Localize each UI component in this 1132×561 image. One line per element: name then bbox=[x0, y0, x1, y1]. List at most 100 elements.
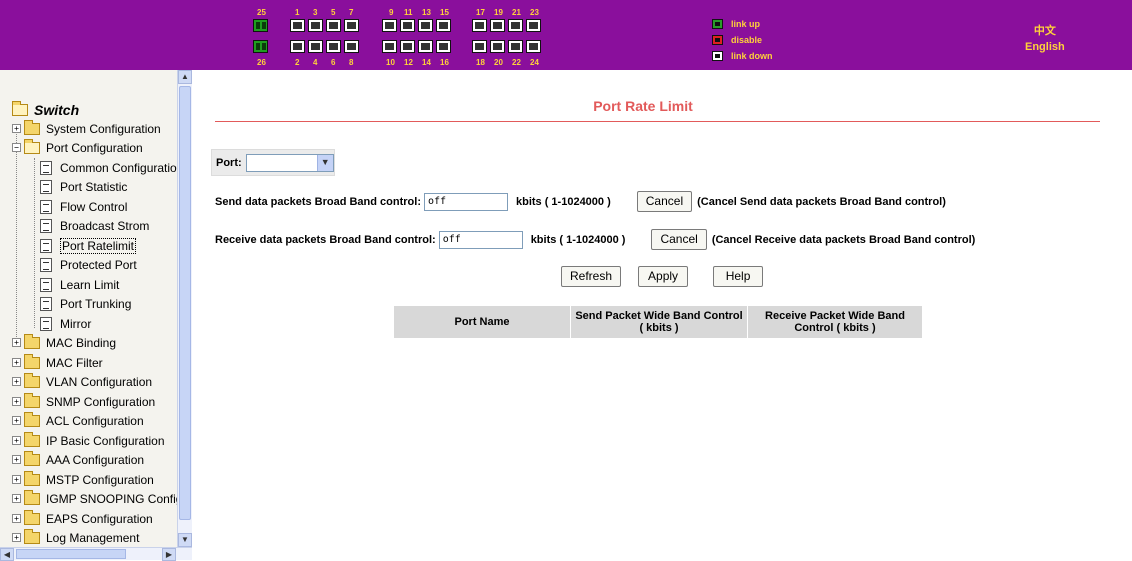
expand-icon[interactable]: + bbox=[12, 397, 21, 406]
column-header-label: Send Packet Wide Band Control bbox=[575, 310, 743, 322]
port-icon[interactable] bbox=[308, 40, 323, 53]
port-icon[interactable] bbox=[400, 40, 415, 53]
tree-item-eaps-configuration[interactable]: + EAPS Configuration bbox=[12, 509, 153, 528]
tree-item-ip-basic-configuration[interactable]: + IP Basic Configuration bbox=[12, 431, 165, 450]
tree-item-aaa-configuration[interactable]: + AAA Configuration bbox=[12, 450, 144, 469]
collapse-icon[interactable]: − bbox=[12, 143, 21, 152]
expand-icon[interactable]: + bbox=[12, 416, 21, 425]
tree-item-port-trunking[interactable]: Port Trunking bbox=[40, 294, 131, 313]
tree-item-system-configuration[interactable]: + System Configuration bbox=[12, 119, 161, 138]
port-icon[interactable] bbox=[526, 19, 541, 32]
tree-item-common-configuration[interactable]: Common Configuration bbox=[40, 158, 177, 177]
port-icon[interactable] bbox=[290, 40, 305, 53]
port-icon[interactable] bbox=[526, 40, 541, 53]
scroll-thumb[interactable] bbox=[16, 549, 126, 559]
page-title: Port Rate Limit bbox=[593, 98, 693, 114]
expand-icon[interactable]: + bbox=[12, 475, 21, 484]
cancel-receive-button[interactable]: Cancel bbox=[651, 229, 707, 250]
title-divider bbox=[215, 121, 1100, 122]
scroll-down-arrow-icon[interactable]: ▼ bbox=[178, 533, 192, 547]
send-bandwidth-row: Send data packets Broad Band control: kb… bbox=[215, 191, 946, 212]
table-header-row: Port Name Send Packet Wide Band Control … bbox=[393, 305, 923, 339]
port-select[interactable]: ▼ bbox=[245, 153, 334, 172]
tree-item-port-configuration[interactable]: − Port Configuration bbox=[12, 138, 143, 157]
tree-root-label: Switch bbox=[34, 102, 80, 118]
tree-item-acl-configuration[interactable]: + ACL Configuration bbox=[12, 411, 144, 430]
port-icon[interactable] bbox=[418, 19, 433, 32]
port-icon[interactable] bbox=[382, 40, 397, 53]
refresh-button[interactable]: Refresh bbox=[561, 266, 622, 287]
port-icon[interactable] bbox=[290, 19, 305, 32]
language-chinese-link[interactable]: 中文 bbox=[1025, 23, 1065, 39]
help-button[interactable]: Help bbox=[713, 266, 764, 287]
port-icon[interactable] bbox=[418, 40, 433, 53]
apply-button[interactable]: Apply bbox=[638, 266, 689, 287]
sidebar-horizontal-scrollbar[interactable]: ◀ ▶ bbox=[0, 547, 192, 561]
column-header-label: Receive Packet Wide Band bbox=[765, 310, 905, 322]
port-icon[interactable] bbox=[490, 40, 505, 53]
port-icon[interactable] bbox=[436, 40, 451, 53]
receive-bandwidth-input[interactable] bbox=[438, 230, 523, 249]
language-english-link[interactable]: English bbox=[1025, 39, 1065, 55]
tree-item-broadcast-strom[interactable]: Broadcast Strom bbox=[40, 216, 149, 235]
port-icon[interactable] bbox=[508, 40, 523, 53]
tree-item-port-statistic[interactable]: Port Statistic bbox=[40, 177, 127, 196]
tree-item-igmp-snooping-config[interactable]: + IGMP SNOOPING Config bbox=[12, 489, 177, 508]
expand-icon[interactable]: + bbox=[12, 358, 21, 367]
folder-icon bbox=[24, 489, 40, 505]
port-icon[interactable] bbox=[344, 19, 359, 32]
tree-item-mirror[interactable]: Mirror bbox=[40, 314, 91, 333]
expand-icon[interactable]: + bbox=[12, 494, 21, 503]
tree-item-label: MAC Filter bbox=[46, 355, 103, 370]
scroll-up-arrow-icon[interactable]: ▲ bbox=[178, 70, 192, 84]
tree-item-mstp-configuration[interactable]: + MSTP Configuration bbox=[12, 470, 154, 489]
port-26-icon[interactable] bbox=[253, 40, 268, 53]
port-25-icon[interactable] bbox=[253, 19, 268, 32]
port-number-bottom: 18 bbox=[476, 58, 485, 67]
port-icon[interactable] bbox=[436, 19, 451, 32]
open-folder-icon bbox=[24, 138, 40, 154]
port-icon[interactable] bbox=[326, 19, 341, 32]
tree-item-snmp-configuration[interactable]: + SNMP Configuration bbox=[12, 392, 155, 411]
chevron-down-icon[interactable]: ▼ bbox=[316, 154, 333, 171]
send-bandwidth-input[interactable] bbox=[423, 192, 508, 211]
send-bandwidth-label: Send data packets Broad Band control: bbox=[215, 195, 421, 208]
tree-item-vlan-configuration[interactable]: + VLAN Configuration bbox=[12, 372, 152, 391]
tree-item-mac-binding[interactable]: + MAC Binding bbox=[12, 333, 116, 352]
port-icon[interactable] bbox=[400, 19, 415, 32]
tree-item-port-ratelimit[interactable]: Port Ratelimit bbox=[40, 236, 137, 255]
cancel-send-button[interactable]: Cancel bbox=[636, 191, 693, 212]
scroll-left-arrow-icon[interactable]: ◀ bbox=[0, 548, 14, 561]
scroll-right-arrow-icon[interactable]: ▶ bbox=[162, 548, 176, 561]
expand-icon[interactable]: + bbox=[12, 338, 21, 347]
expand-icon[interactable]: + bbox=[12, 533, 21, 542]
sidebar-vertical-scrollbar[interactable]: ▲ ▼ bbox=[177, 70, 192, 547]
legend-label: link down bbox=[731, 51, 773, 61]
tree-item-label: EAPS Configuration bbox=[46, 511, 153, 526]
tree-item-flow-control[interactable]: Flow Control bbox=[40, 197, 127, 216]
column-header-port-name: Port Name bbox=[393, 305, 571, 339]
tree-item-log-management[interactable]: + Log Management bbox=[12, 528, 139, 547]
folder-icon bbox=[24, 470, 40, 486]
tree-root-switch[interactable]: Switch bbox=[12, 101, 80, 118]
tree-item-mac-filter[interactable]: + MAC Filter bbox=[12, 353, 103, 372]
port-icon[interactable] bbox=[382, 19, 397, 32]
tree-item-learn-limit[interactable]: Learn Limit bbox=[40, 275, 119, 294]
document-icon bbox=[40, 160, 52, 175]
expand-icon[interactable]: + bbox=[12, 514, 21, 523]
expand-icon[interactable]: + bbox=[12, 124, 21, 133]
port-icon[interactable] bbox=[308, 19, 323, 32]
scroll-thumb[interactable] bbox=[179, 86, 191, 520]
expand-icon[interactable]: + bbox=[12, 455, 21, 464]
expand-icon[interactable]: + bbox=[12, 377, 21, 386]
port-icon[interactable] bbox=[472, 19, 487, 32]
port-icon[interactable] bbox=[326, 40, 341, 53]
legend-label: disable bbox=[731, 35, 763, 45]
port-icon[interactable] bbox=[508, 19, 523, 32]
expand-icon[interactable]: + bbox=[12, 436, 21, 445]
port-icon[interactable] bbox=[490, 19, 505, 32]
tree-item-protected-port[interactable]: Protected Port bbox=[40, 255, 137, 274]
port-icon[interactable] bbox=[472, 40, 487, 53]
port-icon[interactable] bbox=[344, 40, 359, 53]
port-number-26: 26 bbox=[257, 58, 266, 67]
